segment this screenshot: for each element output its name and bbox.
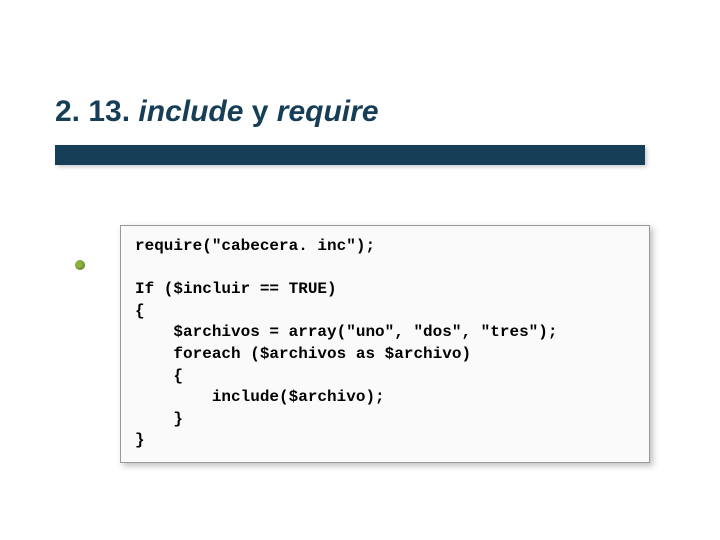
code-line: } bbox=[135, 410, 183, 428]
code-line: include($archivo); bbox=[135, 388, 385, 406]
code-line: { bbox=[135, 302, 145, 320]
code-line: } bbox=[135, 431, 145, 449]
bullet-icon bbox=[75, 260, 85, 270]
code-line: $archivos = array("uno", "dos", "tres"); bbox=[135, 323, 557, 341]
slide-title: 2. 13. include y require bbox=[55, 95, 379, 129]
title-underline-bar bbox=[55, 145, 645, 165]
code-line: foreach ($archivos as $archivo) bbox=[135, 345, 471, 363]
title-y: y bbox=[252, 95, 269, 128]
title-include: include bbox=[138, 95, 243, 128]
slide: 2. 13. include y require require("cabece… bbox=[0, 0, 720, 540]
code-line: { bbox=[135, 367, 183, 385]
code-line: If ($incluir == TRUE) bbox=[135, 280, 337, 298]
title-section-number: 2. 13. bbox=[55, 95, 130, 128]
code-block: require("cabecera. inc"); If ($incluir =… bbox=[120, 225, 650, 463]
code-line: require("cabecera. inc"); bbox=[135, 237, 375, 255]
title-require: require bbox=[277, 95, 379, 128]
code-content: require("cabecera. inc"); If ($incluir =… bbox=[135, 236, 635, 452]
